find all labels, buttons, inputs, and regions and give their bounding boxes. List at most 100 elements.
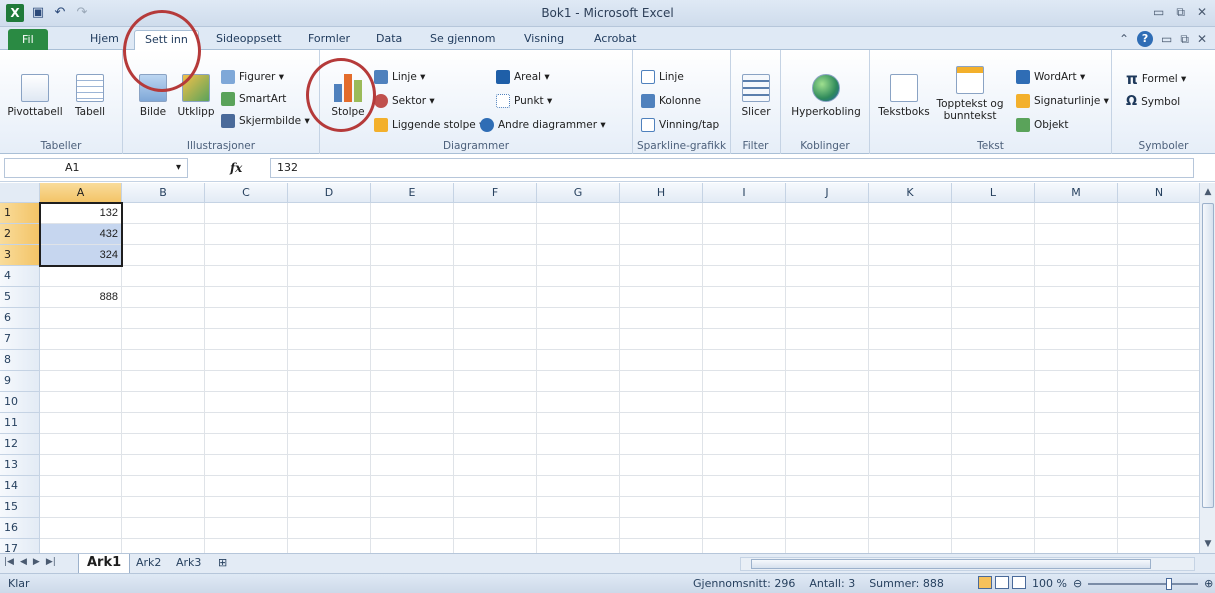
cell-f12[interactable] [454,434,537,455]
restore-icon[interactable]: ⧉ [1176,5,1185,20]
cell-c17[interactable] [205,539,288,553]
cell-l14[interactable] [952,476,1035,497]
cell-c6[interactable] [205,308,288,329]
sheet-tab-ark1[interactable]: Ark1 [78,554,131,573]
horizontal-scrollbar[interactable] [740,557,1195,571]
cell-m2[interactable] [1035,224,1118,245]
scroll-down-icon[interactable]: ▼ [1200,539,1215,549]
cell-n13[interactable] [1118,455,1199,476]
first-sheet-icon[interactable]: |◀ [4,557,14,567]
cell-m5[interactable] [1035,287,1118,308]
areal-button[interactable]: Areal ▾ [496,70,550,84]
column-header-f[interactable]: F [454,183,537,203]
andre-diagrammer-button[interactable]: Andre diagrammer ▾ [480,118,606,132]
cell-i17[interactable] [703,539,786,553]
cell-d2[interactable] [288,224,371,245]
cell-k3[interactable] [869,245,952,266]
column-header-c[interactable]: C [205,183,288,203]
cell-g7[interactable] [537,329,620,350]
minimize-icon[interactable]: ▭ [1153,5,1164,20]
tekstboks-button[interactable]: Tekstboks [876,74,932,118]
cell-k16[interactable] [869,518,952,539]
formel-button[interactable]: π Formel ▾ [1126,70,1186,88]
cell-l7[interactable] [952,329,1035,350]
cell-j9[interactable] [786,371,869,392]
pivottabell-button[interactable]: Pivottabell [6,74,64,118]
cell-g13[interactable] [537,455,620,476]
cell-e12[interactable] [371,434,454,455]
cell-c3[interactable] [205,245,288,266]
close-icon[interactable]: ✕ [1197,5,1207,20]
smartart-button[interactable]: SmartArt [221,92,286,106]
name-box[interactable]: A1 ▾ [4,158,188,178]
insert-sheet-icon[interactable]: ⊞ [210,554,235,573]
prev-sheet-icon[interactable]: ◀ [20,557,27,567]
cell-c13[interactable] [205,455,288,476]
row-header-17[interactable]: 17 [0,539,40,553]
cell-b1[interactable] [122,203,205,224]
cell-f11[interactable] [454,413,537,434]
cell-n16[interactable] [1118,518,1199,539]
slicer-button[interactable]: Slicer [735,74,777,118]
cell-h4[interactable] [620,266,703,287]
tab-hjem[interactable]: Hjem [80,30,129,50]
cell-e7[interactable] [371,329,454,350]
cell-b5[interactable] [122,287,205,308]
cell-m11[interactable] [1035,413,1118,434]
cell-f14[interactable] [454,476,537,497]
cell-i8[interactable] [703,350,786,371]
row-header-16[interactable]: 16 [0,518,40,539]
zoom-out-icon[interactable]: ⊖ [1073,577,1082,590]
figurer-button[interactable]: Figurer ▾ [221,70,284,84]
row-header-2[interactable]: 2 [0,224,40,245]
column-header-d[interactable]: D [288,183,371,203]
cell-e15[interactable] [371,497,454,518]
cell-e3[interactable] [371,245,454,266]
cell-d11[interactable] [288,413,371,434]
cell-k14[interactable] [869,476,952,497]
row-header-1[interactable]: 1 [0,203,40,224]
cell-h7[interactable] [620,329,703,350]
cell-b8[interactable] [122,350,205,371]
liggende-stolpe-button[interactable]: Liggende stolpe ▾ [374,118,484,132]
cell-i12[interactable] [703,434,786,455]
cell-m7[interactable] [1035,329,1118,350]
cell-d17[interactable] [288,539,371,553]
tab-visning[interactable]: Visning [514,30,574,50]
cell-g6[interactable] [537,308,620,329]
cell-f17[interactable] [454,539,537,553]
cell-e8[interactable] [371,350,454,371]
cell-a7[interactable] [40,329,122,350]
cell-d7[interactable] [288,329,371,350]
cell-l17[interactable] [952,539,1035,553]
hyperkobling-button[interactable]: Hyperkobling [787,74,865,118]
cell-f6[interactable] [454,308,537,329]
cell-h11[interactable] [620,413,703,434]
column-header-h[interactable]: H [620,183,703,203]
cell-f7[interactable] [454,329,537,350]
row-header-11[interactable]: 11 [0,413,40,434]
cell-d16[interactable] [288,518,371,539]
cell-c14[interactable] [205,476,288,497]
cell-d14[interactable] [288,476,371,497]
cell-d4[interactable] [288,266,371,287]
cell-e16[interactable] [371,518,454,539]
cell-a13[interactable] [40,455,122,476]
cell-h1[interactable] [620,203,703,224]
objekt-button[interactable]: Objekt [1016,118,1069,132]
cell-g2[interactable] [537,224,620,245]
cell-f13[interactable] [454,455,537,476]
cell-l12[interactable] [952,434,1035,455]
cell-j12[interactable] [786,434,869,455]
cell-c2[interactable] [205,224,288,245]
worksheet-grid[interactable]: A B C D E F G H I J K L M N 1 132 2 432 3 324 4 5 888 6 7 8 9 10 11 1… [0,183,1199,553]
row-header-6[interactable]: 6 [0,308,40,329]
cell-m9[interactable] [1035,371,1118,392]
cell-g8[interactable] [537,350,620,371]
cell-d15[interactable] [288,497,371,518]
cell-g4[interactable] [537,266,620,287]
cell-j5[interactable] [786,287,869,308]
cell-e17[interactable] [371,539,454,553]
cell-n3[interactable] [1118,245,1199,266]
cell-k5[interactable] [869,287,952,308]
